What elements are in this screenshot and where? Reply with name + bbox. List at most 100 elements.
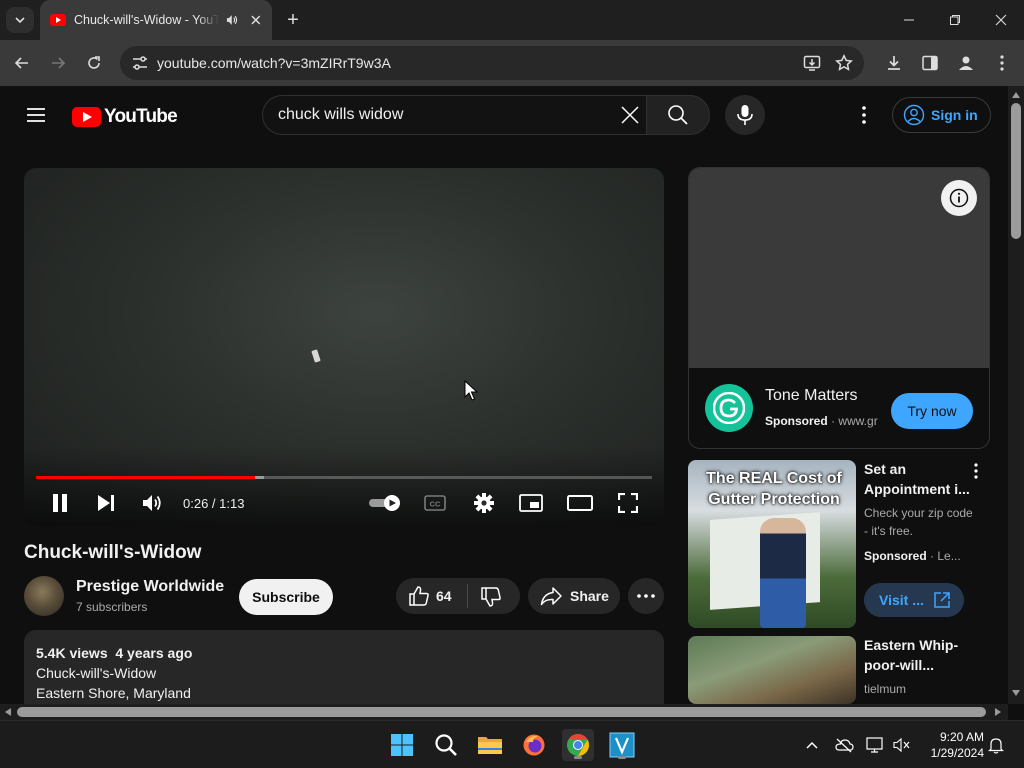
network-icon: [866, 737, 883, 753]
mute-button[interactable]: [140, 490, 166, 516]
browser-menu-button[interactable]: [990, 51, 1014, 75]
recommendation-title[interactable]: Eastern Whip-poor-will...: [864, 635, 974, 675]
speaker-icon: [226, 15, 238, 25]
channel-avatar[interactable]: [24, 576, 64, 616]
vertical-scrollbar[interactable]: [1008, 86, 1024, 704]
profile-button[interactable]: [954, 51, 978, 75]
sign-in-button[interactable]: Sign in: [892, 97, 991, 133]
network-tray-button[interactable]: [866, 735, 886, 755]
site-settings-icon[interactable]: [132, 56, 148, 70]
ad-info-button[interactable]: [941, 180, 977, 216]
recommendation-thumbnail[interactable]: The REAL Cost of Gutter Protection: [688, 460, 856, 628]
ad-try-now-button[interactable]: Try now: [891, 393, 973, 429]
video-player[interactable]: 0:26 / 1:13 CC: [24, 168, 664, 526]
volume-tray-button[interactable]: [892, 735, 912, 755]
forward-button[interactable]: [46, 51, 70, 75]
recommendation-title[interactable]: Set an Appointment i...: [864, 459, 974, 499]
notifications-button[interactable]: [986, 735, 1006, 755]
description-line-1: Chuck-will's-Widow: [36, 665, 157, 681]
next-video-button[interactable]: [94, 490, 118, 516]
settings-button[interactable]: [471, 490, 497, 516]
more-actions-button[interactable]: [628, 578, 664, 614]
theater-mode-button[interactable]: [566, 490, 594, 516]
url-text: youtube.com/watch?v=3mZIRrT9w3A: [157, 55, 391, 71]
autoplay-toggle[interactable]: [367, 490, 403, 516]
more-horizontal-icon: [637, 594, 655, 598]
back-button[interactable]: [10, 51, 34, 75]
mouse-cursor-icon: [464, 380, 478, 401]
new-tab-button[interactable]: +: [282, 9, 304, 31]
sidebar-ad-card[interactable]: Tone Matters Sponsored · www.gr Try now: [688, 167, 990, 449]
scroll-down-arrow-icon[interactable]: [1012, 690, 1020, 696]
side-panel-button[interactable]: [918, 51, 942, 75]
close-icon: [995, 14, 1007, 26]
firefox-button[interactable]: [518, 729, 550, 761]
browser-tab[interactable]: Chuck-will's-Widow - YouTube: [40, 0, 272, 40]
progress-bar[interactable]: [36, 476, 652, 479]
horizontal-scrollbar[interactable]: [0, 704, 1008, 720]
search-icon: [435, 734, 457, 756]
restore-button[interactable]: [932, 0, 978, 40]
start-button[interactable]: [386, 729, 418, 761]
youtube-logo[interactable]: YouTube: [72, 106, 178, 128]
volume-icon: [143, 495, 161, 511]
advertiser-logo[interactable]: [705, 384, 753, 432]
vertical-scroll-thumb[interactable]: [1011, 103, 1021, 239]
reload-button[interactable]: [82, 51, 106, 75]
chevron-up-icon: [806, 741, 818, 749]
reload-icon: [88, 56, 100, 69]
subscribe-button[interactable]: Subscribe: [239, 579, 333, 615]
file-explorer-button[interactable]: [474, 729, 506, 761]
recommendation-menu-button[interactable]: [968, 461, 984, 481]
taskbar-clock[interactable]: 9:20 AM 1/29/2024: [920, 729, 984, 761]
captions-button[interactable]: CC: [422, 490, 448, 516]
search-button[interactable]: [646, 95, 710, 135]
tab-search-button[interactable]: [6, 7, 34, 33]
visit-site-button[interactable]: Visit ...: [864, 583, 964, 617]
show-hidden-icons-button[interactable]: [802, 735, 822, 755]
kebab-menu-icon: [862, 106, 866, 124]
description-box[interactable]: 5.4K views 4 years ago Chuck-will's-Wido…: [24, 630, 664, 704]
share-button[interactable]: Share: [528, 578, 620, 614]
guide-menu-button[interactable]: [24, 103, 48, 127]
scroll-right-arrow-icon[interactable]: [995, 708, 1001, 716]
install-app-button[interactable]: [800, 51, 824, 75]
scroll-left-arrow-icon[interactable]: [5, 708, 11, 716]
bookmark-button[interactable]: [832, 51, 856, 75]
address-bar[interactable]: youtube.com/watch?v=3mZIRrT9w3A: [120, 46, 864, 80]
dislike-button[interactable]: [468, 578, 520, 614]
youtube-wordmark: YouTube: [104, 106, 178, 127]
fullscreen-button[interactable]: [616, 490, 640, 516]
pause-button[interactable]: [48, 490, 72, 516]
recommendation-description: Check your zip code - it's free.: [864, 506, 973, 538]
miniplayer-button[interactable]: [518, 490, 544, 516]
horizontal-scroll-thumb[interactable]: [17, 707, 986, 717]
chrome-button[interactable]: [562, 729, 594, 761]
ad-sponsored-line: Sponsored · www.gr: [765, 414, 878, 428]
like-dislike-group: 64: [396, 578, 520, 614]
taskbar-search-button[interactable]: [430, 729, 462, 761]
bell-icon: [988, 738, 1004, 754]
recommendation-thumbnail[interactable]: [688, 636, 856, 704]
install-icon: [803, 55, 821, 71]
channel-name[interactable]: Prestige Worldwide: [76, 578, 224, 596]
sponsored-label: Sponsored: [864, 549, 927, 563]
close-tab-icon[interactable]: [250, 14, 262, 26]
chevron-down-icon: [15, 17, 25, 24]
search-query: chuck wills widow: [278, 106, 404, 123]
vlc-app-icon: [609, 732, 635, 758]
app-v-button[interactable]: [606, 729, 638, 761]
like-button[interactable]: 64: [396, 578, 467, 614]
voice-search-button[interactable]: [725, 95, 765, 135]
onedrive-tray-button[interactable]: [834, 735, 854, 755]
clear-search-button[interactable]: [618, 103, 642, 127]
grammarly-logo-icon: [713, 392, 745, 424]
youtube-favicon-icon: [50, 14, 66, 26]
close-window-button[interactable]: [978, 0, 1024, 40]
side-panel-icon: [922, 55, 938, 71]
search-input[interactable]: chuck wills widow: [262, 95, 646, 135]
minimize-button[interactable]: [886, 0, 932, 40]
scroll-up-arrow-icon[interactable]: [1012, 92, 1020, 98]
downloads-button[interactable]: [882, 51, 906, 75]
settings-menu-button[interactable]: [852, 103, 876, 127]
